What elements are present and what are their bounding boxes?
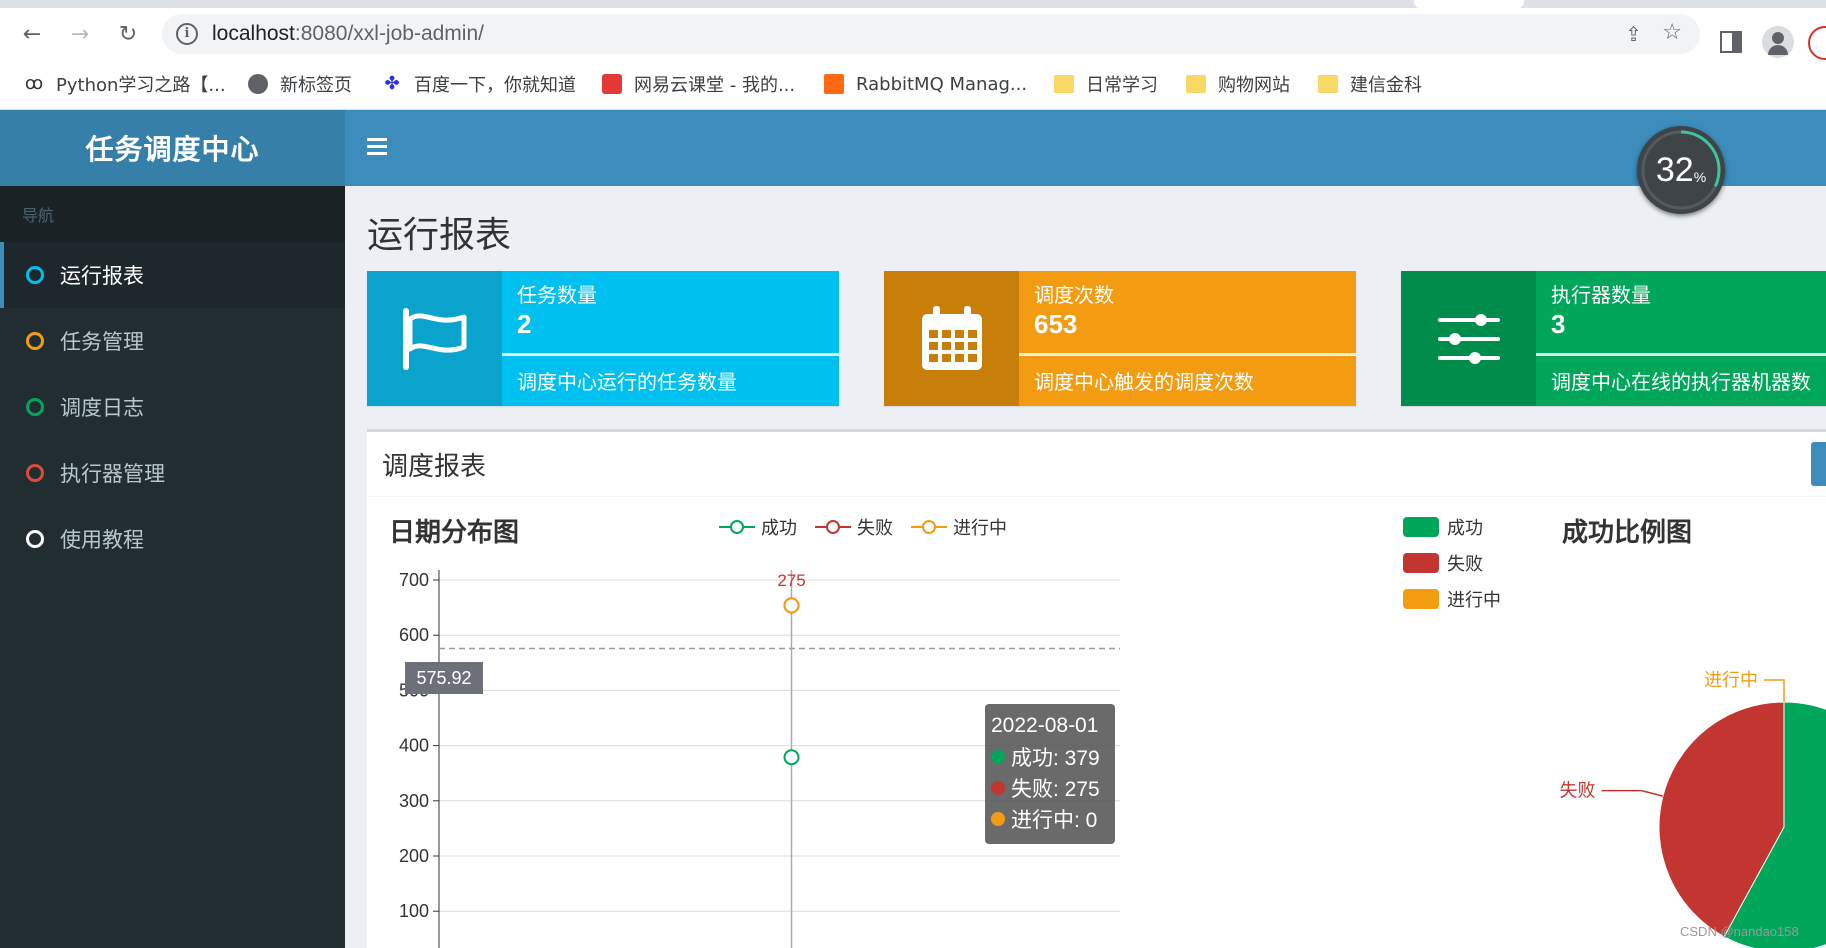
line-chart[interactable]: 100200300400500600700275 bbox=[367, 432, 1207, 948]
chart-tooltip: 2022-08-01 成功: 379 失败: 275 进行中: 0 bbox=[985, 704, 1115, 844]
circle-icon bbox=[26, 332, 44, 350]
data-point[interactable] bbox=[783, 749, 800, 766]
pie-label-line bbox=[1764, 679, 1785, 702]
info-box-number: 3 bbox=[1551, 309, 1566, 339]
bookmark-item[interactable]: 日常学习 bbox=[1054, 70, 1158, 98]
side-panel-icon[interactable] bbox=[1720, 31, 1742, 53]
extension-icon[interactable] bbox=[1808, 26, 1826, 60]
tooltip-row-label: 成功: 379 bbox=[1011, 746, 1100, 770]
bookmark-star-icon[interactable]: ☆ bbox=[1662, 20, 1682, 45]
info-box-desc: 调度中心触发的调度次数 bbox=[1034, 370, 1254, 394]
circle-icon bbox=[26, 398, 44, 416]
info-box-label: 执行器数量 bbox=[1551, 283, 1651, 307]
bookmark-item[interactable]: ꝏ Python学习之路【... bbox=[24, 70, 226, 98]
sidebar-item-label: 运行报表 bbox=[60, 264, 144, 288]
folder-icon bbox=[1318, 75, 1338, 93]
info-box-desc: 调度中心运行的任务数量 bbox=[517, 370, 737, 394]
sidebar-item-help[interactable]: 使用教程 bbox=[0, 506, 345, 572]
flag-icon bbox=[367, 271, 502, 406]
y-tick-label: 700 bbox=[399, 570, 429, 590]
y-tick-label: 600 bbox=[399, 625, 429, 645]
browser-chrome: ← → ↻ i localhost:8080/xxl-job-admin/ ⇪ … bbox=[0, 0, 1826, 110]
dot-icon bbox=[991, 780, 1005, 795]
pie-slice-label: 失败 bbox=[1560, 781, 1596, 802]
sidebar-item-label: 调度日志 bbox=[60, 396, 144, 420]
app-header bbox=[345, 110, 1826, 186]
info-box-desc: 调度中心在线的执行器机器数 bbox=[1551, 370, 1811, 394]
forward-arrow-icon[interactable]: → bbox=[64, 18, 96, 50]
calendar-icon bbox=[884, 271, 1019, 406]
address-bar[interactable]: i localhost:8080/xxl-job-admin/ ⇪ ☆ bbox=[162, 14, 1700, 54]
globe-icon bbox=[248, 74, 268, 94]
circle-icon bbox=[26, 266, 44, 284]
sidebar-header: 导航 bbox=[0, 186, 345, 242]
info-box-label: 调度次数 bbox=[1034, 283, 1114, 307]
browser-toolbar: ← → ↻ i localhost:8080/xxl-job-admin/ ⇪ … bbox=[0, 10, 1826, 60]
axis-pointer-label: 575.92 bbox=[405, 662, 483, 694]
circle-icon bbox=[26, 530, 44, 548]
pie-label-line bbox=[1601, 789, 1664, 797]
sidebar-item-label: 任务管理 bbox=[60, 330, 144, 354]
python-icon: ꝏ bbox=[24, 73, 44, 94]
tooltip-row: 成功: 379 bbox=[991, 741, 1109, 772]
sidebar-item-logs[interactable]: 调度日志 bbox=[0, 374, 345, 440]
tooltip-row: 进行中: 0 bbox=[991, 803, 1109, 834]
y-tick-label: 400 bbox=[399, 736, 429, 756]
info-box-number: 653 bbox=[1034, 309, 1078, 339]
sidebar: 导航 运行报表 任务管理 调度日志 执行器管理 使用教程 bbox=[0, 186, 345, 948]
tooltip-row: 失败: 275 bbox=[991, 772, 1109, 803]
pie-chart[interactable]: 成功失败进行中 bbox=[1367, 432, 1826, 948]
baidu-paw-icon: ✤ bbox=[384, 73, 400, 94]
sidebar-item-executors[interactable]: 执行器管理 bbox=[0, 440, 345, 506]
page-title: 运行报表 bbox=[367, 215, 512, 256]
tooltip-row-label: 进行中: 0 bbox=[1011, 808, 1098, 832]
bookmark-item[interactable]: ✤ 百度一下，你就知道 bbox=[382, 70, 576, 98]
folder-icon bbox=[1054, 75, 1074, 93]
folder-icon bbox=[1186, 75, 1206, 93]
site-info-icon[interactable]: i bbox=[176, 23, 198, 45]
dot-icon bbox=[991, 749, 1005, 764]
netease-icon bbox=[602, 74, 622, 94]
info-box-triggers: 调度次数 653 调度中心触发的调度次数 bbox=[884, 271, 1356, 406]
bookmark-item[interactable]: 建信金科 bbox=[1318, 70, 1422, 98]
sidebar-item-label: 执行器管理 bbox=[60, 462, 165, 486]
watermark: CSDN @nandao158 bbox=[1680, 924, 1799, 939]
main-content: 运行报表 任务数量 2 调度中心运行的任务数量 调度次数 653 调度中心触发的… bbox=[345, 186, 1826, 948]
hamburger-menu-icon[interactable] bbox=[367, 138, 387, 156]
app-logo[interactable]: 任务调度中心 bbox=[0, 110, 345, 186]
sidebar-item-report[interactable]: 运行报表 bbox=[0, 242, 345, 308]
bookmark-item[interactable]: 新标签页 bbox=[248, 70, 352, 98]
sliders-icon bbox=[1401, 271, 1536, 406]
info-box-label: 任务数量 bbox=[517, 283, 597, 307]
bookmark-item[interactable]: RabbitMQ Manag... bbox=[824, 70, 1027, 98]
reload-icon[interactable]: ↻ bbox=[112, 18, 144, 50]
pie-slice-label: 进行中 bbox=[1704, 670, 1758, 691]
y-tick-label: 100 bbox=[399, 901, 429, 921]
dot-icon bbox=[991, 811, 1005, 826]
tab-strip bbox=[0, 0, 1826, 8]
profile-avatar-icon[interactable] bbox=[1762, 26, 1794, 58]
tooltip-row-label: 失败: 275 bbox=[1011, 777, 1100, 801]
tooltip-title: 2022-08-01 bbox=[991, 713, 1099, 737]
y-tick-label: 200 bbox=[399, 846, 429, 866]
circle-icon bbox=[26, 464, 44, 482]
bookmark-item[interactable]: 网易云课堂 - 我的... bbox=[602, 70, 795, 98]
data-point[interactable] bbox=[783, 597, 800, 614]
bookmark-item[interactable]: 购物网站 bbox=[1186, 70, 1290, 98]
info-box-executors: 执行器数量 3 调度中心在线的执行器机器数 bbox=[1401, 271, 1826, 406]
back-arrow-icon[interactable]: ← bbox=[16, 18, 48, 50]
point-label: 275 bbox=[777, 571, 805, 590]
sidebar-item-jobs[interactable]: 任务管理 bbox=[0, 308, 345, 374]
sidebar-item-label: 使用教程 bbox=[60, 528, 144, 552]
url-text[interactable]: localhost:8080/xxl-job-admin/ bbox=[212, 22, 484, 46]
share-icon[interactable]: ⇪ bbox=[1625, 22, 1642, 46]
active-tab[interactable] bbox=[1414, 0, 1524, 8]
info-box-jobs: 任务数量 2 调度中心运行的任务数量 bbox=[367, 271, 839, 406]
bookmarks-bar: ꝏ Python学习之路【... 新标签页 ✤ 百度一下，你就知道 网易云课堂 - … bbox=[0, 62, 1826, 106]
info-box-number: 2 bbox=[517, 309, 532, 339]
rabbitmq-icon bbox=[824, 74, 844, 94]
schedule-report-panel: 调度报表 日期分布图 成功 失败 进行中 1002003004005006007… bbox=[367, 429, 1826, 948]
y-tick-label: 300 bbox=[399, 791, 429, 811]
